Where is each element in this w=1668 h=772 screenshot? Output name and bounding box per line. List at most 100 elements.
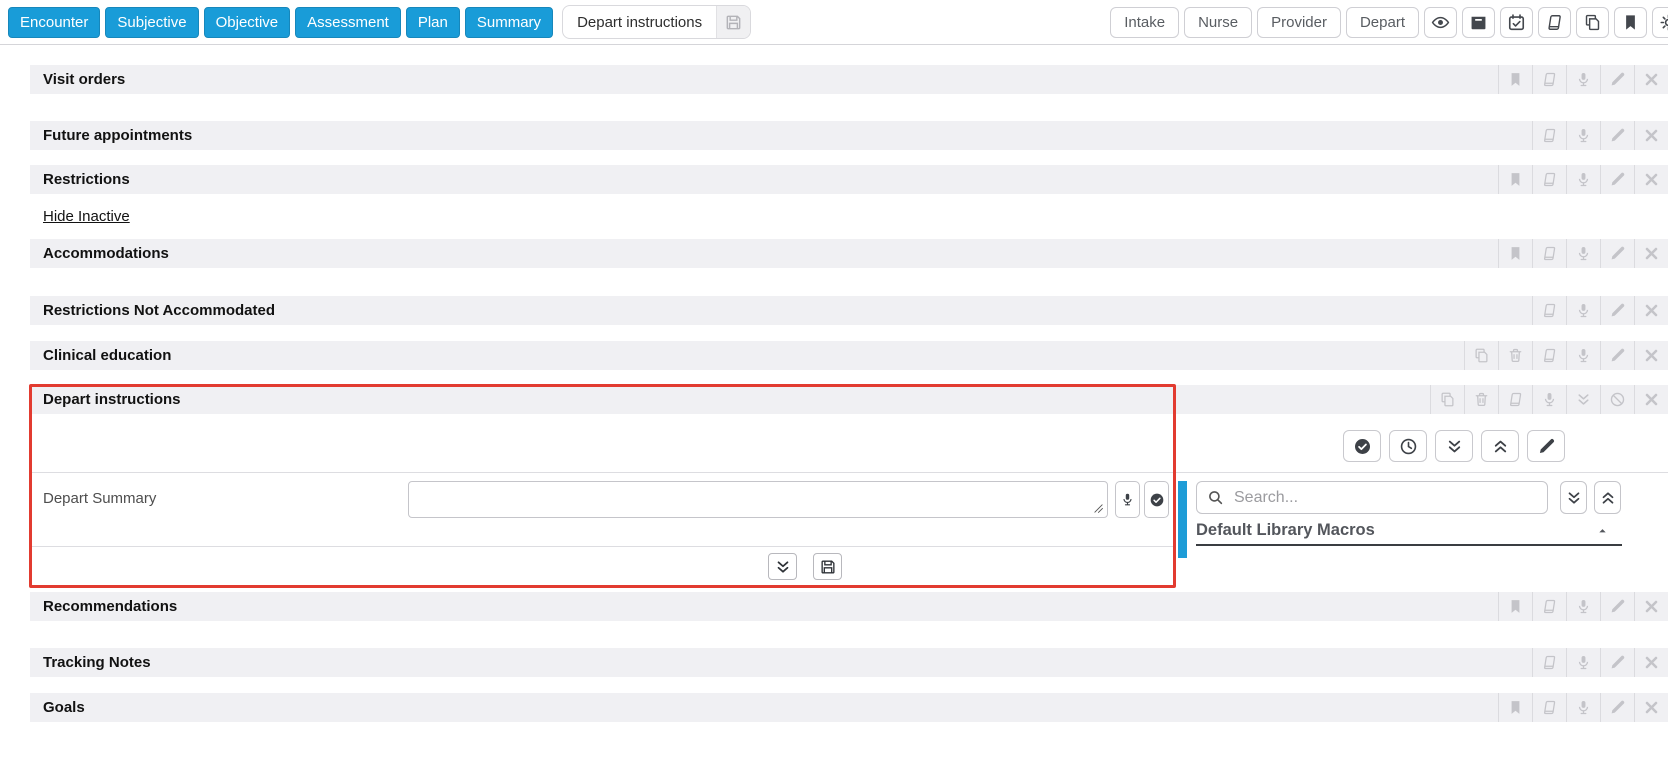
nav-button-summary[interactable]: Summary [464,6,554,38]
bookmark-button[interactable] [1498,239,1532,268]
save-button[interactable] [813,553,842,580]
depart-tab-label[interactable]: Depart instructions [563,6,716,38]
trash-button[interactable] [1498,341,1532,370]
pencil-button[interactable] [1600,239,1634,268]
section-actions [1532,648,1668,677]
macros-chevron-double-up-button[interactable] [1594,481,1621,514]
stage-button-intake[interactable]: Intake [1110,6,1180,38]
pencil-button[interactable] [1600,592,1634,621]
pencil-button[interactable] [1600,296,1634,325]
stage-button-provider[interactable]: Provider [1257,6,1341,38]
chevron-double-down-button[interactable] [1435,430,1473,462]
pencil-button[interactable] [1600,165,1634,194]
chevron-double-down-button[interactable] [1566,385,1600,414]
pencil-button[interactable] [1600,341,1634,370]
stage-button-depart[interactable]: Depart [1345,6,1419,38]
eye-button[interactable] [1424,6,1457,38]
nav-button-objective[interactable]: Objective [203,6,291,38]
close-button[interactable] [1634,296,1668,325]
depart-action-row [1343,430,1565,462]
depart-summary-input[interactable] [409,482,1107,517]
chevron-double-up-button[interactable] [1481,430,1519,462]
bookmark-button[interactable] [1498,693,1532,722]
book-button[interactable] [1498,385,1532,414]
bookmark-button[interactable] [1498,592,1532,621]
archive-button[interactable] [1462,6,1495,38]
nav-button-subjective[interactable]: Subjective [105,6,199,38]
chevron-double-up-icon [1491,437,1510,456]
macro-search-input[interactable] [1232,487,1537,508]
pencil-button[interactable] [1600,65,1634,94]
pencil-button[interactable] [1527,430,1565,462]
book-button[interactable] [1532,165,1566,194]
summary-mic-button[interactable] [1115,481,1140,518]
mic-icon [1541,391,1558,408]
mic-button[interactable] [1566,693,1600,722]
section-title: Goals [43,699,85,716]
nav-button-assessment[interactable]: Assessment [295,6,401,38]
chevron-double-down-button[interactable] [768,553,797,580]
mic-button[interactable] [1566,341,1600,370]
close-button[interactable] [1634,385,1668,414]
close-button[interactable] [1634,239,1668,268]
book-button[interactable] [1532,341,1566,370]
mic-button[interactable] [1566,165,1600,194]
hide-inactive-link[interactable]: Hide Inactive [43,208,130,225]
section-restrictions: Restrictions [30,165,1668,194]
close-button[interactable] [1634,341,1668,370]
book-button[interactable] [1538,6,1571,38]
mic-button[interactable] [1566,65,1600,94]
caret-up-icon[interactable] [1597,525,1608,536]
nav-button-plan[interactable]: Plan [405,6,460,38]
bookmark-icon [1621,13,1640,32]
copy-button[interactable] [1430,385,1464,414]
copy-button[interactable] [1464,341,1498,370]
macro-group-header[interactable]: Default Library Macros [1196,516,1622,546]
mic-button[interactable] [1566,648,1600,677]
close-button[interactable] [1634,65,1668,94]
macros-chevron-double-down-button[interactable] [1560,481,1587,514]
copy-button[interactable] [1576,6,1609,38]
book-button[interactable] [1532,65,1566,94]
mic-button[interactable] [1566,121,1600,150]
book-button[interactable] [1532,693,1566,722]
book-button[interactable] [1532,296,1566,325]
stage-button-nurse[interactable]: Nurse [1184,6,1253,38]
check-circle-icon [1149,492,1165,508]
trash-button[interactable] [1464,385,1498,414]
gear-button[interactable] [1652,6,1668,38]
mic-button[interactable] [1566,592,1600,621]
section-title: Restrictions [43,171,130,188]
bookmark-button[interactable] [1498,165,1532,194]
summary-confirm-button[interactable] [1144,481,1169,518]
mic-button[interactable] [1566,239,1600,268]
book-button[interactable] [1532,648,1566,677]
close-button[interactable] [1634,648,1668,677]
depart-footer-row [768,553,842,580]
close-button[interactable] [1634,693,1668,722]
clock-button[interactable] [1389,430,1427,462]
close-button[interactable] [1634,592,1668,621]
pencil-button[interactable] [1600,693,1634,722]
calendar-check-button[interactable] [1500,6,1533,38]
bookmark-icon [1507,245,1524,262]
book-button[interactable] [1532,592,1566,621]
book-icon [1541,347,1558,364]
bookmark-button[interactable] [1614,6,1647,38]
mic-button[interactable] [1566,296,1600,325]
book-button[interactable] [1532,121,1566,150]
ban-button[interactable] [1600,385,1634,414]
close-button[interactable] [1634,121,1668,150]
depart-divider-top [30,472,1668,473]
pencil-button[interactable] [1600,648,1634,677]
mic-button[interactable] [1532,385,1566,414]
close-button[interactable] [1634,165,1668,194]
book-button[interactable] [1532,239,1566,268]
bookmark-button[interactable] [1498,65,1532,94]
section-future-appointments: Future appointments [30,121,1668,150]
nav-button-encounter[interactable]: Encounter [8,6,101,38]
check-circle-button[interactable] [1343,430,1381,462]
tab-save-button[interactable] [716,6,751,38]
pencil-button[interactable] [1600,121,1634,150]
depart-tab[interactable]: Depart instructions [562,5,752,39]
